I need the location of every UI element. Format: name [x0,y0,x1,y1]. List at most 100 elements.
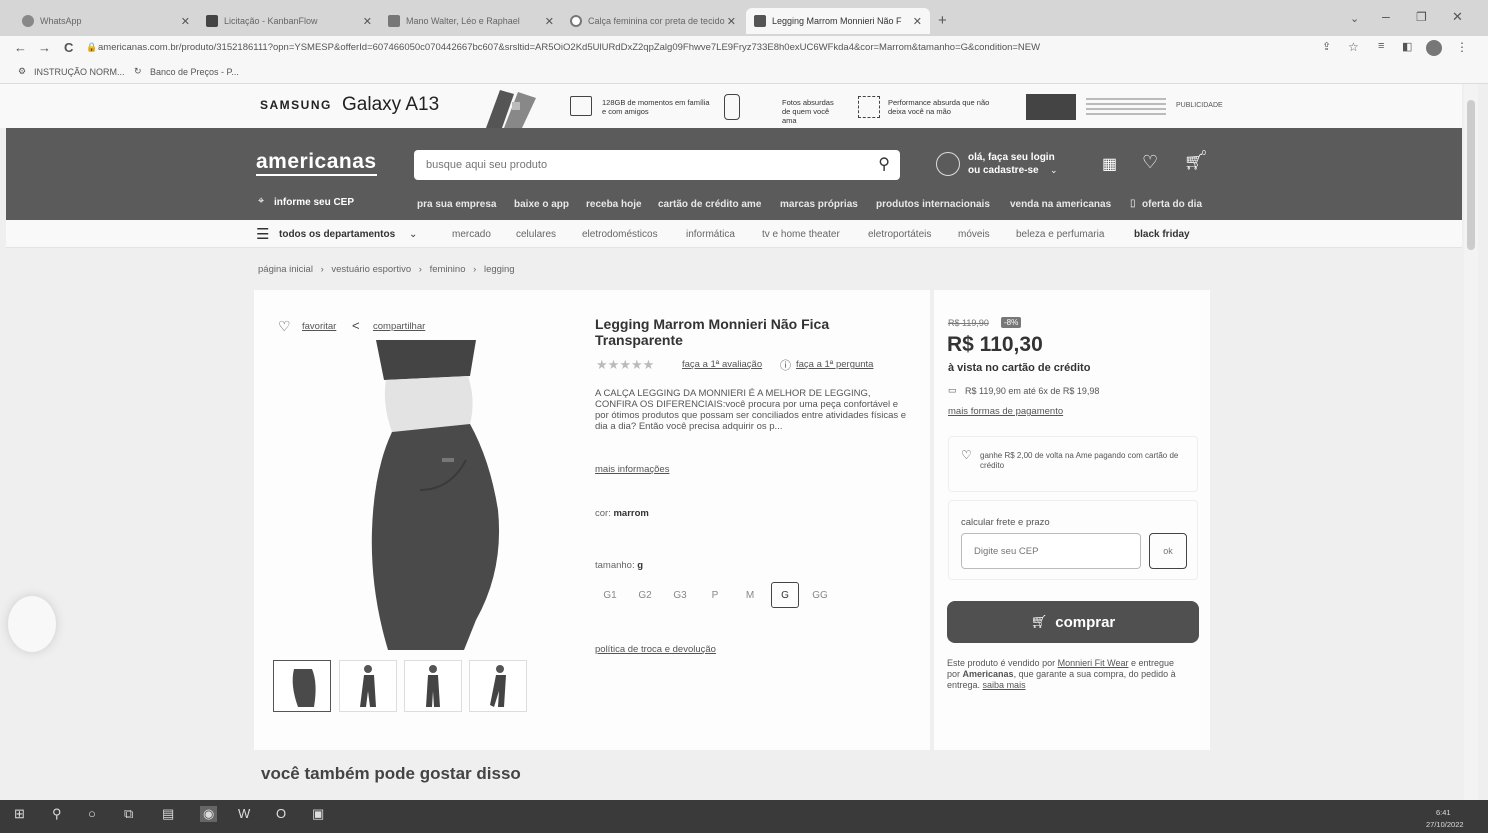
store-icon[interactable]: ▦ [1102,154,1117,174]
share-icon[interactable]: < [352,318,360,333]
nav-marcas[interactable]: marcas próprias [780,199,858,210]
size-option-g3[interactable]: G3 [666,582,694,608]
outlook-taskbar-icon[interactable]: O [276,806,286,821]
kebab-menu-icon[interactable]: ⋮ [1456,40,1468,54]
windows-start-icon[interactable]: ⊞ [14,806,25,822]
ok-button[interactable]: ok [1149,533,1187,569]
size-option-g[interactable]: G [771,582,799,608]
hamburger-icon[interactable]: ☰ [256,225,269,243]
search-icon[interactable]: ⚲ [878,154,890,174]
cat-eletroportateis[interactable]: eletroportáteis [868,229,931,240]
nav-venda[interactable]: venda na americanas [1010,199,1111,210]
tab-google[interactable]: Calça feminina cor preta de tecido ✕ [562,8,744,34]
back-icon[interactable]: ← [14,40,27,55]
cat-beleza[interactable]: beleza e perfumaria [1016,229,1104,240]
learn-more-link[interactable]: saiba mais [983,680,1026,690]
window-close-icon[interactable]: ✕ [1452,9,1463,25]
tab-whatsapp[interactable]: WhatsApp ✕ [14,8,198,34]
nav-internacionais[interactable]: produtos internacionais [876,199,990,210]
product-thumbnail[interactable] [273,660,331,712]
share-link[interactable]: compartilhar [373,321,425,332]
search-input[interactable] [414,150,854,180]
site-logo[interactable]: americanas [256,150,377,176]
user-icon[interactable] [936,152,960,176]
file-explorer-icon[interactable]: ▤ [162,806,174,822]
favorite-link[interactable]: favoritar [302,321,336,332]
return-policy-link[interactable]: política de troca e devolução [595,644,716,655]
size-option-m[interactable]: M [736,582,764,608]
maximize-icon[interactable]: ❐ [1416,10,1427,24]
share-page-icon[interactable]: ⇪ [1322,40,1331,53]
nav-oferta-dia[interactable]: oferta do dia [1142,199,1202,210]
breadcrumb-vestuario[interactable]: vestuário esportivo [331,264,411,275]
product-thumbnail[interactable] [469,660,527,712]
cortana-icon[interactable]: ○ [88,806,96,821]
heart-icon[interactable]: ♡ [278,318,291,335]
more-payment-link[interactable]: mais formas de pagamento [948,406,1063,417]
product-thumbnail[interactable] [339,660,397,712]
signup-link[interactable]: ou cadastre-se [968,165,1039,176]
close-icon[interactable]: ✕ [181,15,190,28]
breadcrumb-feminino[interactable]: feminino [430,264,466,275]
cat-eletrodomesticos[interactable]: eletrodomésticos [582,229,658,240]
chevron-down-icon[interactable]: ⌄ [1050,165,1058,176]
bookmark-banco-precos[interactable]: Banco de Preços - P... [150,67,239,77]
cat-tv[interactable]: tv e home theater [762,229,840,240]
new-tab-icon[interactable]: + [938,12,947,29]
task-view-icon[interactable]: ⧉ [124,806,133,822]
nav-empresa[interactable]: pra sua empresa [417,199,497,210]
close-icon[interactable]: ✕ [545,15,554,28]
forward-icon[interactable]: → [38,40,51,55]
breadcrumb-legging[interactable]: legging [484,264,515,275]
cep-link[interactable]: informe seu CEP [274,197,354,208]
more-info-link[interactable]: mais informações [595,464,669,475]
nav-receba-hoje[interactable]: receba hoje [586,199,642,210]
cat-black-friday[interactable]: black friday [1134,229,1190,240]
taskbar-search-icon[interactable]: ⚲ [52,806,62,822]
nav-cartao-ame[interactable]: cartão de crédito ame [658,199,761,210]
cep-input[interactable] [961,533,1141,569]
cat-celulares[interactable]: celulares [516,229,556,240]
size-option-p[interactable]: P [701,582,729,608]
heart-icon[interactable]: ♡ [1142,152,1158,173]
size-option-g1[interactable]: G1 [596,582,624,608]
minimize-icon[interactable]: – [1382,8,1390,24]
chevron-down-icon[interactable]: ⌄ [409,229,417,240]
all-departments[interactable]: todos os departamentos [279,229,395,240]
processor-chip-icon [858,96,880,118]
cat-moveis[interactable]: móveis [958,229,990,240]
url-field[interactable]: americanas.com.br/produto/3152186111?opn… [98,39,1308,57]
word-taskbar-icon[interactable]: W [238,806,250,821]
tab-youtube[interactable]: Mano Walter, Léo e Raphael ✕ [380,8,562,34]
cat-mercado[interactable]: mercado [452,229,491,240]
app-taskbar-icon[interactable]: ▣ [312,806,324,822]
reload-icon[interactable]: C [64,40,73,55]
page-scrollbar[interactable] [1464,84,1478,800]
size-option-g2[interactable]: G2 [631,582,659,608]
samsung-ad-banner[interactable]: SAMSUNG Galaxy A13 128GB de momentos em … [0,84,1462,128]
bookmark-instrucao[interactable]: INSTRUÇÃO NORM... [34,67,125,77]
scrollbar-thumb[interactable] [1467,100,1475,250]
question-link[interactable]: faça a 1ª pergunta [796,359,873,370]
product-main-image[interactable] [300,340,520,650]
tab-americanas[interactable]: Legging Marrom Monnieri Não F ✕ [746,8,930,34]
nav-app[interactable]: baixe o app [514,199,569,210]
buy-button[interactable]: 🛒︎ comprar [947,601,1199,643]
profile-avatar[interactable] [1426,40,1442,56]
seller-link[interactable]: Monnieri Fit Wear [1058,658,1129,668]
close-icon[interactable]: ✕ [913,15,922,28]
reading-list-icon[interactable]: ≡ [1378,40,1384,52]
bookmark-star-icon[interactable]: ☆ [1348,40,1359,54]
chrome-taskbar-icon[interactable]: ◉ [200,806,218,822]
close-icon[interactable]: ✕ [727,15,736,28]
breadcrumb-home[interactable]: página inicial [258,264,313,275]
tab-kanbanflow[interactable]: Licitação - KanbanFlow ✕ [198,8,380,34]
login-link[interactable]: olá, faça seu login [968,152,1055,163]
size-option-gg[interactable]: GG [806,582,834,608]
review-link[interactable]: faça a 1ª avaliação [682,359,762,370]
cat-informatica[interactable]: informática [686,229,735,240]
product-thumbnail[interactable] [404,660,462,712]
close-icon[interactable]: ✕ [363,15,372,28]
chevron-down-icon[interactable]: ⌄ [1350,12,1359,25]
side-panel-icon[interactable]: ◧ [1402,40,1412,53]
